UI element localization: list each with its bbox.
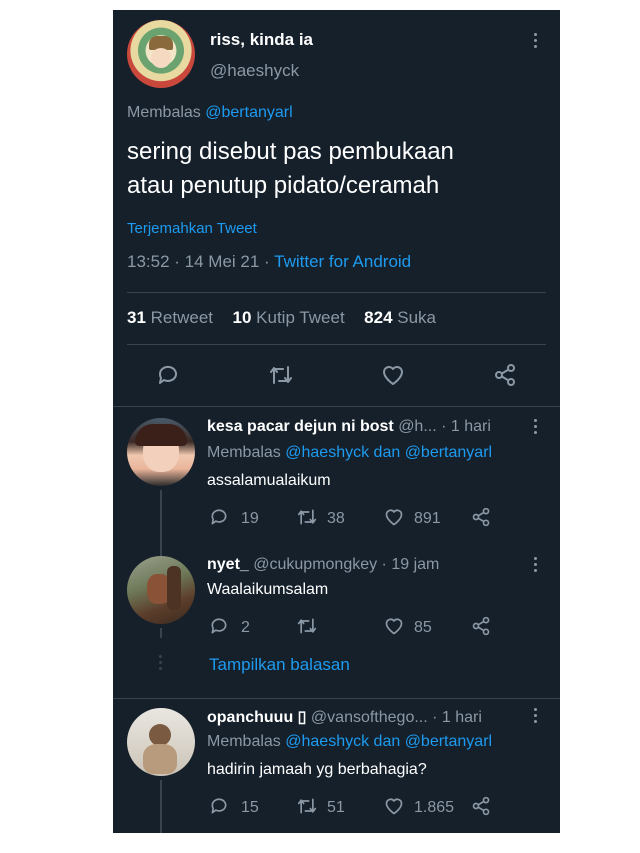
more-options-icon[interactable] xyxy=(534,557,538,575)
reply-replying-to: Membalas @haeshyck dan @bertanyarl xyxy=(207,444,493,461)
reply-header: opanchuuu ▯ @vansofthego... · 1 hari xyxy=(207,707,482,727)
tweet-meta: 13:52 · 14 Mei 21 · Twitter for Android xyxy=(127,252,411,272)
thread-line xyxy=(160,490,162,564)
reply-text: Waalaikumsalam xyxy=(207,581,329,598)
translate-tweet-link[interactable]: Terjemahkan Tweet xyxy=(127,220,257,237)
show-replies-link[interactable]: Tampilkan balasan xyxy=(209,655,350,675)
thread-dots xyxy=(159,655,163,670)
reply-avatar[interactable] xyxy=(127,708,195,776)
divider xyxy=(113,698,560,699)
like-icon[interactable] xyxy=(384,507,404,527)
tweet-source-link[interactable]: Twitter for Android xyxy=(274,252,411,271)
more-options-icon[interactable] xyxy=(534,708,538,726)
replying-to-link[interactable]: @haeshyck dan @bertanyarl xyxy=(285,733,492,750)
author-handle[interactable]: @haeshyck xyxy=(210,61,299,81)
divider xyxy=(113,406,560,407)
reply-text: assalamualaikum xyxy=(207,472,331,489)
like-count: 85 xyxy=(414,619,432,636)
reply-icon[interactable] xyxy=(209,616,229,636)
thread-line xyxy=(160,628,162,638)
replying-prefix: Membalas xyxy=(127,104,201,121)
retweet-icon[interactable] xyxy=(268,363,294,387)
retweet-icon[interactable] xyxy=(296,796,318,816)
share-icon[interactable] xyxy=(471,796,491,816)
replying-to-link[interactable]: @bertanyarl xyxy=(205,104,292,121)
reply-display-name[interactable]: kesa pacar dejun ni bost xyxy=(207,418,394,435)
reply-handle-time: @vansofthego... · 1 hari xyxy=(310,709,482,726)
reply-handle-time: @cukupmongkey · 19 jam xyxy=(253,556,440,573)
reply-display-name[interactable]: opanchuuu ▯ xyxy=(207,709,306,726)
reply-avatar[interactable] xyxy=(127,418,195,486)
share-icon[interactable] xyxy=(493,363,517,387)
tweet-timestamp: 13:52 · 14 Mei 21 · xyxy=(127,252,270,271)
reply-display-name[interactable]: nyet_ xyxy=(207,556,249,573)
author-avatar[interactable] xyxy=(127,20,195,88)
retweet-count: 38 xyxy=(327,510,345,527)
like-icon[interactable] xyxy=(384,616,404,636)
retweet-icon[interactable] xyxy=(296,507,318,527)
like-count: 891 xyxy=(414,510,441,527)
retweet-stat[interactable]: 31 Retweet xyxy=(127,308,213,327)
like-count: 1.865 xyxy=(414,799,455,816)
reply-header: kesa pacar dejun ni bost @h... · 1 hari xyxy=(207,418,491,436)
tweet-text-line-2: atau penutup pidato/ceramah xyxy=(127,172,440,199)
reply-icon[interactable] xyxy=(156,363,180,387)
reply-count: 15 xyxy=(241,799,259,816)
share-icon[interactable] xyxy=(471,507,491,527)
like-icon[interactable] xyxy=(381,363,405,387)
author-display-name[interactable]: riss, kinda ia xyxy=(210,30,313,50)
quote-stat[interactable]: 10 Kutip Tweet xyxy=(233,308,345,327)
divider xyxy=(127,292,546,293)
more-options-icon[interactable] xyxy=(534,33,538,51)
phone-screen: riss, kinda ia @haeshyck Membalas @berta… xyxy=(113,10,560,833)
reply-count: 19 xyxy=(241,510,259,527)
reply-avatar[interactable] xyxy=(127,556,195,624)
like-stat[interactable]: 824 Suka xyxy=(364,308,436,327)
tweet-stats: 31 Retweet 10 Kutip Tweet 824 Suka xyxy=(127,308,436,328)
reply-handle-time: @h... · 1 hari xyxy=(398,418,491,435)
tweet-text: sering disebut pas pembukaan atau penutu… xyxy=(127,135,454,203)
reply-count: 2 xyxy=(241,619,250,636)
more-options-icon[interactable] xyxy=(534,419,538,437)
like-icon[interactable] xyxy=(384,796,404,816)
reply-icon[interactable] xyxy=(209,796,229,816)
retweet-count: 51 xyxy=(327,799,345,816)
divider xyxy=(127,344,546,345)
share-icon[interactable] xyxy=(471,616,491,636)
reply-replying-to: Membalas @haeshyck dan @bertanyarl xyxy=(207,733,493,750)
replying-to-line: Membalas @bertanyarl xyxy=(127,104,293,122)
retweet-icon[interactable] xyxy=(296,616,318,636)
reply-icon[interactable] xyxy=(209,507,229,527)
reply-text: hadirin jamaah yg berbahagia? xyxy=(207,761,427,778)
reply-header: nyet_ @cukupmongkey · 19 jam xyxy=(207,556,439,574)
replying-to-link[interactable]: @haeshyck dan @bertanyarl xyxy=(285,444,492,461)
thread-line xyxy=(160,780,162,833)
tweet-text-line-1: sering disebut pas pembukaan xyxy=(127,138,454,165)
